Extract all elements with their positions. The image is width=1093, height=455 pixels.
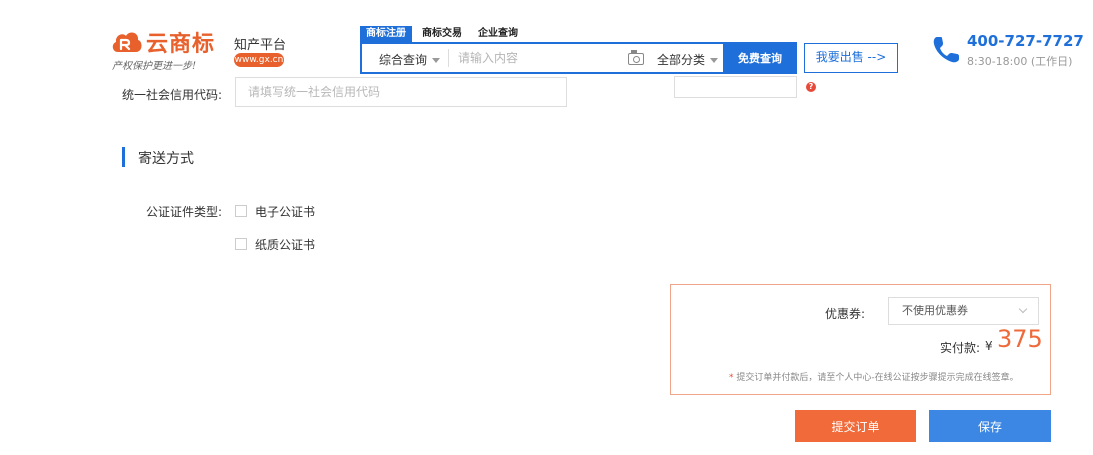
service-hours: 8:30-18:00 (工作日) [967, 55, 1073, 68]
tab-company-search[interactable]: 企业查询 [472, 26, 524, 42]
option-electronic-cert[interactable]: 电子公证书 [255, 203, 315, 220]
coupon-label: 优惠券: [825, 307, 866, 321]
help-icon[interactable]: ? [806, 82, 816, 92]
submit-order-button[interactable]: 提交订单 [795, 410, 916, 442]
chevron-down-icon [1018, 304, 1028, 314]
caret-down-icon [710, 58, 719, 63]
sell-button[interactable]: 我要出售 --> [804, 43, 898, 73]
category-label: 全部分类 [657, 53, 706, 67]
logo-slogan: 产权保护更进一步! [112, 61, 197, 72]
phone-number: 400-727-7727 [967, 32, 1084, 50]
divider [448, 49, 449, 67]
credit-code-label: 统一社会信用代码: [122, 88, 223, 102]
caret-down-icon [432, 58, 441, 63]
section-title-shipping: 寄送方式 [138, 151, 194, 167]
site-logo[interactable]: 云商标 产权保护更进一步! [110, 26, 230, 76]
payment-amount: 375 [997, 325, 1043, 353]
platform-title: 知产平台 [234, 38, 287, 53]
credit-code-input[interactable] [235, 77, 567, 107]
option-paper-cert[interactable]: 纸质公证书 [255, 236, 315, 253]
payment-note-text: 提交订单并付款后，请至个人中心-在线公证按步骤提示完成在线签章。 [736, 373, 1019, 383]
search-type-dropdown[interactable]: 综合查询 [379, 51, 441, 68]
required-star: * [729, 373, 734, 383]
search-bar: 综合查询 全部分类 免费查询 [360, 42, 797, 74]
payment-summary: 优惠券: 不使用优惠券 实付款: ¥ 375 * 提交订单并付款后，请至个人中心… [670, 284, 1051, 395]
save-button[interactable]: 保存 [929, 410, 1051, 442]
coupon-dropdown[interactable]: 不使用优惠券 [888, 297, 1039, 325]
search-input[interactable] [458, 47, 618, 69]
text-field[interactable] [674, 76, 797, 98]
checkbox-paper-cert[interactable] [235, 238, 247, 250]
cloud-logo-icon [112, 32, 142, 52]
logo-name: 云商标 [146, 32, 216, 57]
free-search-button[interactable]: 免费查询 [723, 42, 797, 74]
tab-trademark-trade[interactable]: 商标交易 [416, 26, 468, 42]
phone-icon [933, 37, 959, 63]
section-marker [122, 147, 125, 167]
cert-type-label: 公证证件类型: [146, 205, 223, 219]
payment-note: * 提交订单并付款后，请至个人中心-在线公证按步骤提示完成在线签章。 [729, 370, 1019, 383]
tab-trademark-registration[interactable]: 商标注册 [360, 26, 412, 42]
web-badge: www.gx.cn [234, 53, 284, 67]
search-type-label: 综合查询 [379, 53, 428, 67]
category-dropdown[interactable]: 全部分类 [657, 51, 719, 68]
currency-symbol: ¥ [985, 339, 993, 353]
coupon-value: 不使用优惠券 [902, 304, 968, 317]
camera-icon[interactable] [628, 50, 644, 65]
checkbox-electronic-cert[interactable] [235, 205, 247, 217]
search-tabs: 商标注册 商标交易 企业查询 [360, 26, 528, 42]
amount-label: 实付款: [940, 341, 981, 355]
